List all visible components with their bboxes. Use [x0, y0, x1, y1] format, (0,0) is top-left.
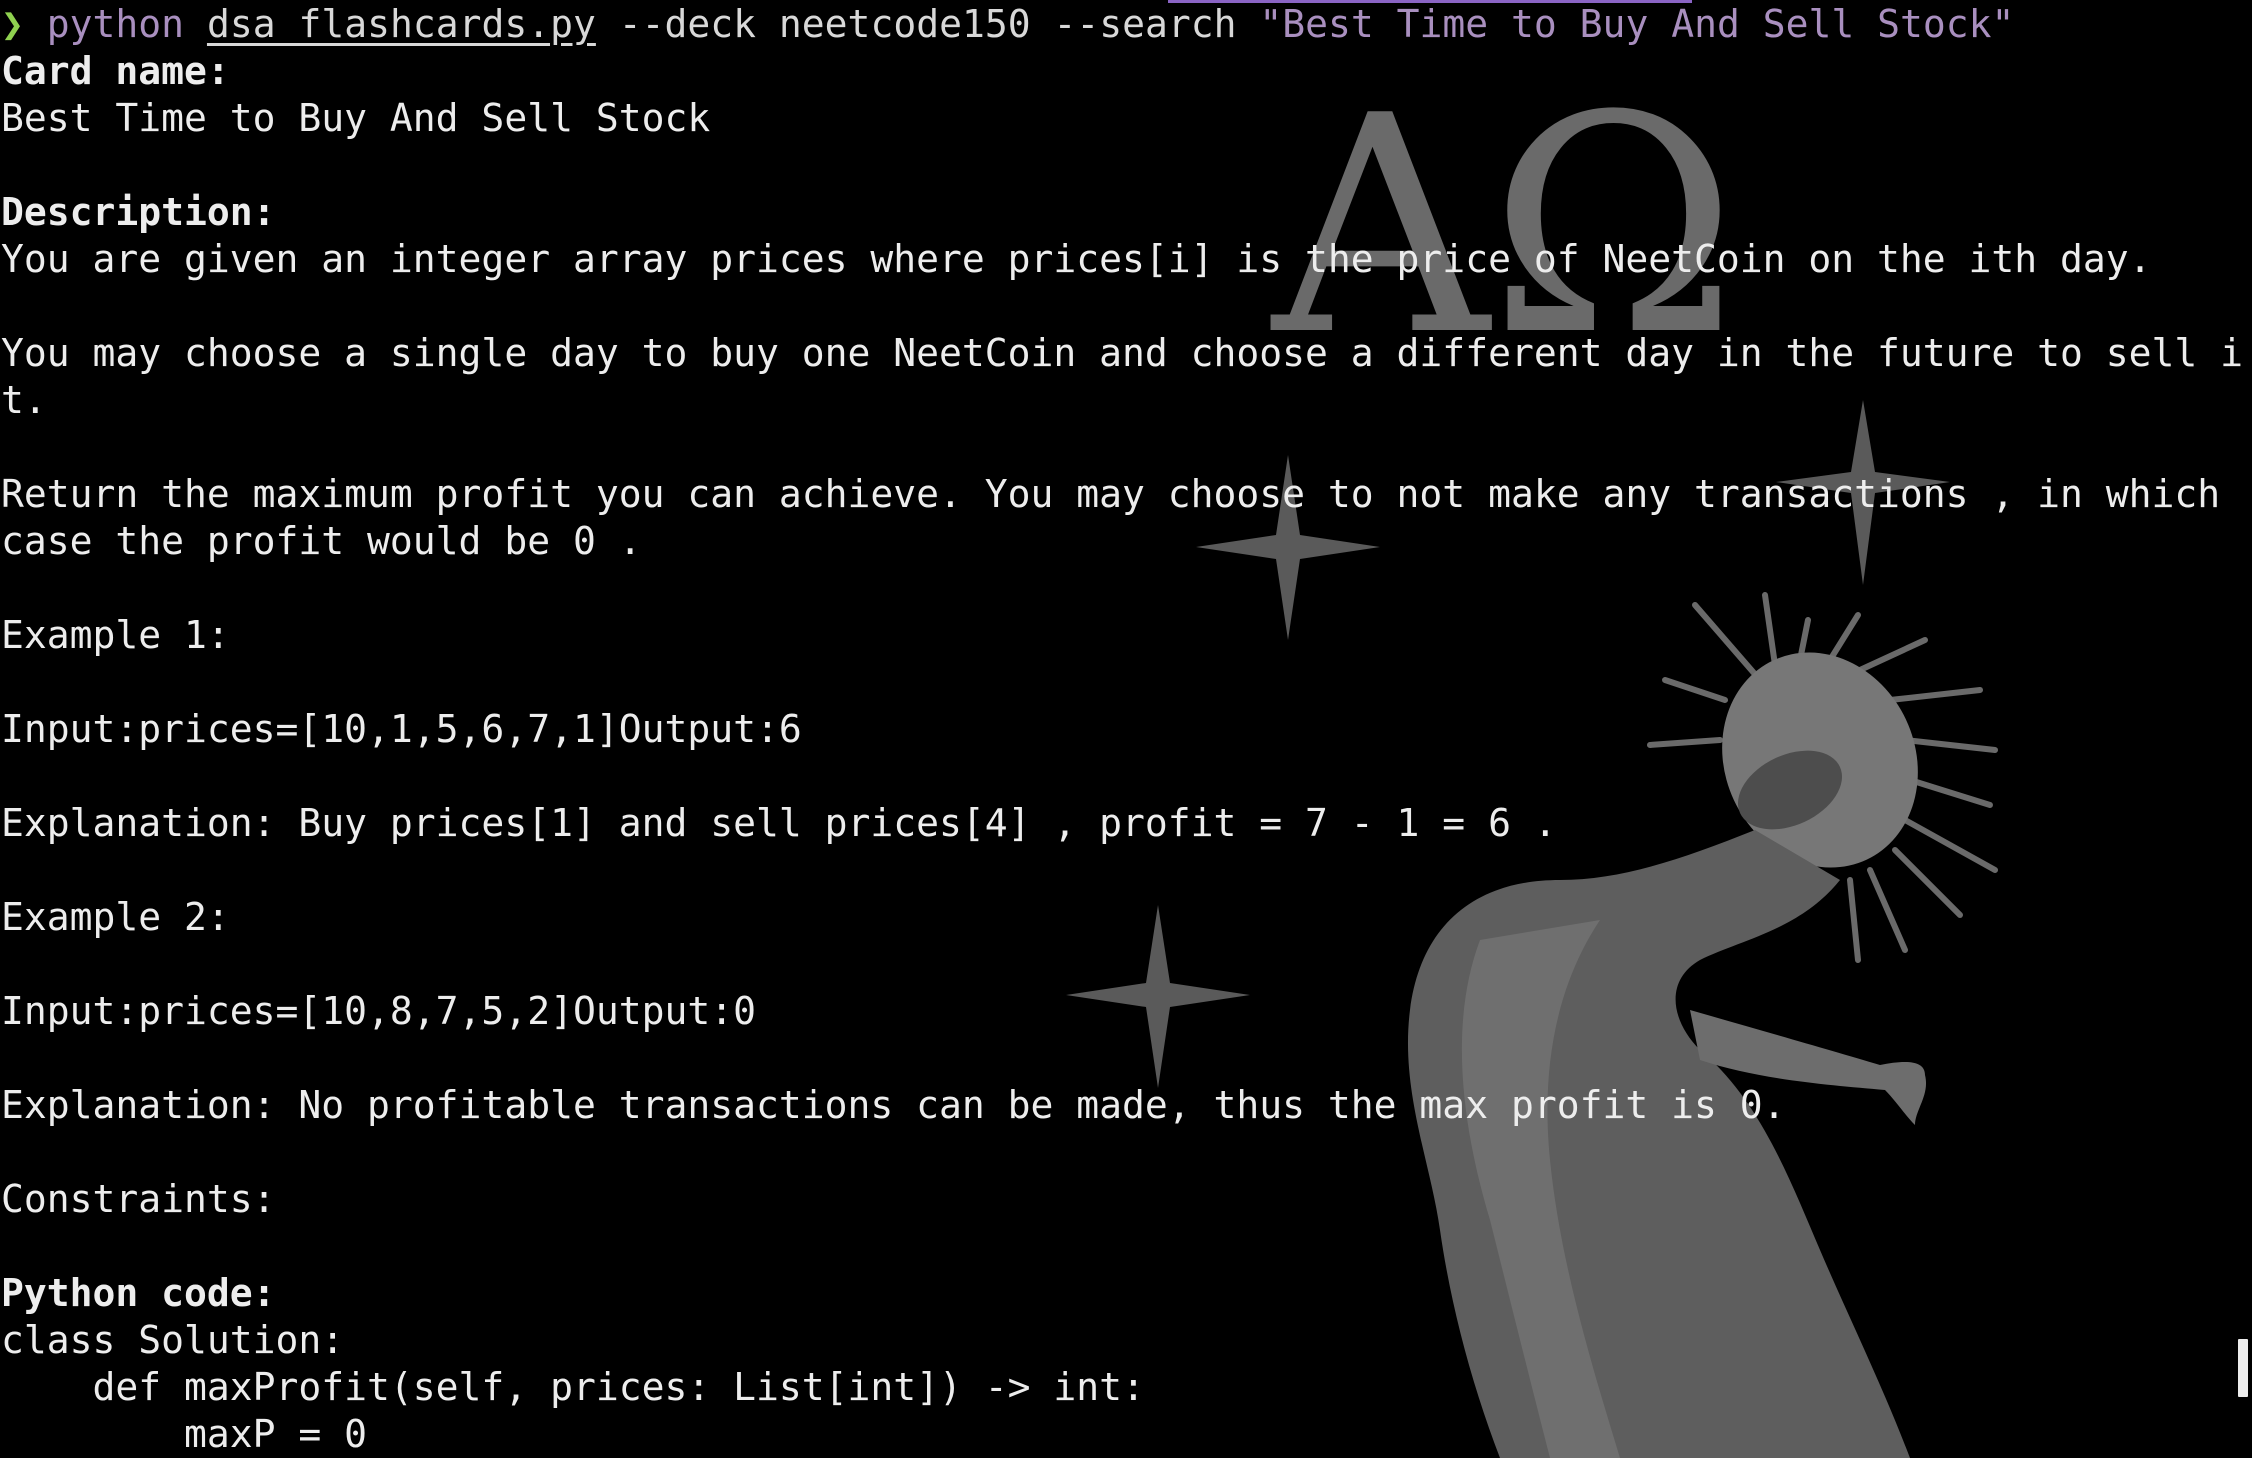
description-line: case the profit would be 0 . [1, 519, 642, 563]
command-program: python [46, 2, 185, 46]
description-line: t. [1, 378, 47, 422]
constraints-label: Constraints: [1, 1177, 276, 1221]
command-query: "Best Time to Buy And Sell Stock" [1259, 2, 2015, 46]
terminal-output: ❯ python dsa_flashcards.py --deck neetco… [0, 0, 2252, 1458]
example1-label: Example 1: [1, 613, 230, 657]
command-args: --deck neetcode150 --search [618, 2, 1237, 46]
example1-io: Input:prices=[10,1,5,6,7,1]Output:6 [1, 707, 802, 751]
command-line: ❯ python dsa_flashcards.py --deck neetco… [1, 1, 2014, 48]
code-line: class Solution: [1, 1318, 345, 1362]
tab-activity-indicator [1168, 0, 1692, 3]
code-label: Python code: [1, 1271, 276, 1315]
description-line: Return the maximum profit you can achiev… [1, 472, 2221, 516]
example1-explanation: Explanation: Buy prices[1] and sell pric… [1, 801, 1557, 845]
description-line: You may choose a single day to buy one N… [1, 331, 2244, 375]
command-script[interactable]: dsa_flashcards.py [207, 2, 596, 46]
description-line: You are given an integer array prices wh… [1, 237, 2152, 281]
example2-io: Input:prices=[10,8,7,5,2]Output:0 [1, 989, 756, 1033]
code-line: maxP = 0 [1, 1412, 368, 1456]
card-name: Best Time to Buy And Sell Stock [1, 96, 711, 140]
example2-label: Example 2: [1, 895, 230, 939]
prompt-arrow-icon: ❯ [1, 2, 24, 46]
terminal-window[interactable]: AΩ ❯ python dsa_flashcards.py --deck nee… [0, 0, 2252, 1458]
scrollbar-thumb[interactable] [2238, 1339, 2248, 1397]
code-line: def maxProfit(self, prices: List[int]) -… [1, 1365, 1145, 1409]
description-label: Description: [1, 190, 276, 234]
example2-explanation: Explanation: No profitable transactions … [1, 1083, 1786, 1127]
card-name-label: Card name: [1, 49, 230, 93]
